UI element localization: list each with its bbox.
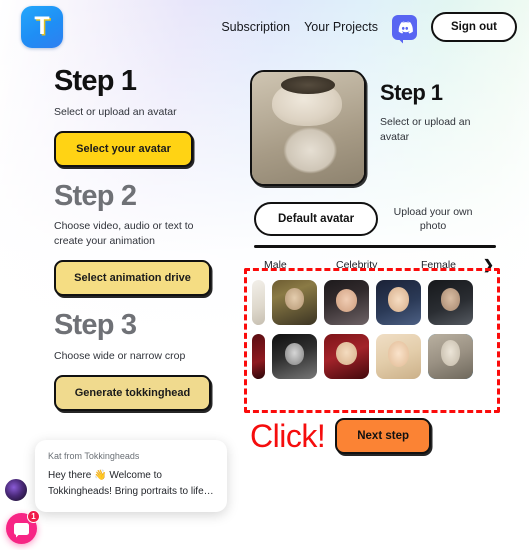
avatar-thumb	[428, 334, 473, 380]
step-3-title: Step 3	[54, 309, 137, 342]
step-3-description: Choose wide or narrow crop	[54, 349, 186, 362]
selected-avatar-preview[interactable]	[250, 70, 366, 186]
header-nav: Subscription Your Projects Sign out	[221, 0, 529, 54]
avatar-bald-man[interactable]	[428, 280, 473, 326]
partial-avatar-left-2[interactable]	[252, 334, 265, 380]
avatar-blonde-bob-woman[interactable]	[376, 280, 421, 326]
chat-message-text: Hey there 👋 Welcome to Tokkingheads! Bri…	[48, 470, 214, 497]
avatar-black-and-white-woman[interactable]	[272, 334, 317, 380]
preview-text-block: Step 1 Select or upload an avatar	[380, 70, 485, 145]
step-block-2: Step 2 Choose video, audio or text to cr…	[0, 179, 242, 297]
tab-upload-your-own-photo[interactable]: Upload your own photo	[388, 205, 478, 233]
step-2-description: Choose video, audio or text to create yo…	[54, 220, 194, 248]
next-step-button[interactable]: Next step	[335, 418, 431, 454]
select-animation-drive-button[interactable]: Select animation drive	[54, 260, 211, 297]
bottom-action-row: Click! Next step	[250, 418, 529, 454]
category-female[interactable]: Female	[421, 259, 481, 271]
app-logo[interactable]: T	[21, 6, 63, 48]
avatar-thumb	[272, 280, 317, 326]
step-1-description: Select or upload an avatar	[54, 105, 177, 118]
avatar-blonde-woman-red-bg[interactable]	[324, 334, 369, 380]
avatar-thumb	[252, 334, 265, 380]
avatar-category-row: Male Celebrity Female ❯	[250, 258, 529, 271]
avatar-grid-row-1	[250, 280, 529, 326]
tabs-divider	[254, 245, 496, 249]
avatar-dark-hair-woman[interactable]	[324, 280, 369, 326]
step-1-title: Step 1	[54, 65, 137, 97]
preview-step-title: Step 1	[380, 80, 443, 105]
avatar-thumb	[252, 280, 265, 326]
step-block-1: Step 1 Select or upload an avatar Select…	[0, 66, 242, 167]
chevron-right-icon[interactable]: ❯	[483, 258, 494, 271]
step-2-title: Step 2	[54, 179, 137, 212]
chat-launcher-button[interactable]: 1	[6, 510, 40, 544]
avatar-thumb	[428, 280, 473, 326]
avatar-thumb	[272, 334, 317, 380]
click-annotation-label: Click!	[250, 418, 326, 454]
avatar-thumb	[376, 334, 421, 380]
step-block-3: Step 3 Choose wide or narrow crop Genera…	[0, 310, 242, 411]
partial-avatar-left[interactable]	[252, 280, 265, 326]
nav-link-subscription[interactable]: Subscription	[221, 20, 290, 34]
chat-message-bubble[interactable]: Kat from Tokkingheads Hey there 👋 Welcom…	[35, 440, 227, 512]
chat-sender-name: Kat from Tokkingheads	[48, 451, 140, 461]
avatar-thumb	[376, 280, 421, 326]
avatar-panel: Step 1 Select or upload an avatar Defaul…	[244, 70, 529, 413]
avatar-caesar-portrait[interactable]	[272, 280, 317, 326]
logo-letter: T	[34, 12, 50, 40]
avatar-thumb	[324, 334, 369, 380]
avatar-grid-row-2	[250, 334, 529, 380]
discord-icon[interactable]	[392, 14, 417, 40]
generate-tokkinghead-button[interactable]: Generate tokkinghead	[54, 374, 211, 411]
category-male[interactable]: Male	[264, 259, 336, 271]
steps-column: Step 1 Select or upload an avatar Select…	[0, 66, 242, 425]
chat-unread-badge: 1	[27, 510, 40, 523]
agent-avatar	[4, 478, 28, 502]
tab-default-avatar[interactable]: Default avatar	[254, 202, 379, 236]
preview-row: Step 1 Select or upload an avatar	[250, 70, 529, 186]
preview-step-description: Select or upload an avatar	[380, 116, 471, 144]
statue-image	[252, 72, 364, 184]
avatar-statue-selected[interactable]	[428, 334, 473, 380]
select-your-avatar-button[interactable]: Select your avatar	[54, 130, 193, 167]
nav-link-your-projects[interactable]: Your Projects	[304, 20, 378, 34]
avatar-source-tabs: Default avatar Upload your own photo	[250, 202, 529, 236]
category-celebrity[interactable]: Celebrity	[336, 259, 421, 271]
top-header: T Subscription Your Projects Sign out	[0, 0, 529, 54]
sign-out-button[interactable]: Sign out	[431, 12, 517, 42]
chat-bubble-icon	[14, 522, 29, 535]
app-page: T Subscription Your Projects Sign out St…	[0, 0, 529, 550]
avatar-thumb	[324, 280, 369, 326]
avatar-blonde-man[interactable]	[376, 334, 421, 380]
